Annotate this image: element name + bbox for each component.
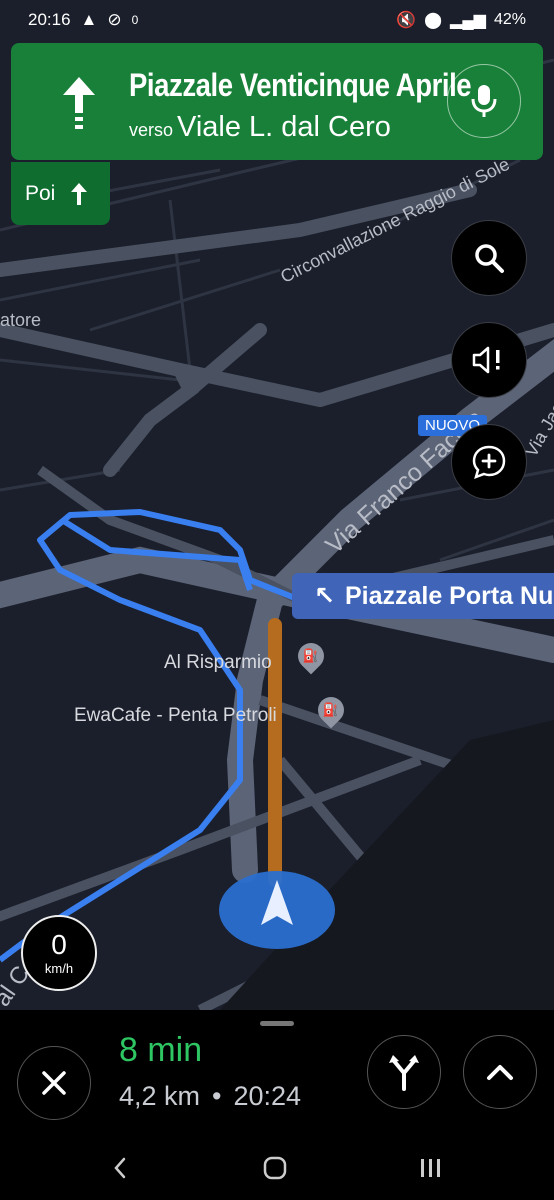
next-street-name: Piazzale Porta Nuova	[344, 581, 554, 610]
speed-unit: km/h	[44, 961, 74, 976]
back-button[interactable]	[100, 1153, 140, 1183]
fuel-pin-icon[interactable]: ⛽	[312, 691, 350, 729]
data-speed-value: 0	[131, 13, 139, 27]
data-saver-icon: ⊘	[107, 10, 122, 29]
straight-arrow-icon	[49, 73, 109, 133]
home-icon	[263, 1156, 287, 1180]
exit-navigation-button[interactable]	[17, 1046, 91, 1120]
search-button[interactable]	[451, 220, 527, 296]
system-nav-bar	[0, 1131, 554, 1200]
direction-street: Piazzale Venticinque Aprile	[129, 67, 472, 103]
direction-card[interactable]: Piazzale Venticinque Aprile verso Viale L…	[11, 43, 543, 160]
status-time: 20:16	[28, 10, 71, 29]
map-label-atore: atore	[0, 310, 42, 330]
alternate-routes-button[interactable]	[367, 1035, 441, 1109]
turn-left-arrow-icon: ↖	[314, 582, 335, 610]
close-icon	[42, 1071, 66, 1095]
fork-route-icon	[389, 1055, 419, 1091]
then-label: Poi	[25, 181, 56, 205]
back-chevron-icon	[114, 1157, 126, 1179]
trip-distance: 4,2 km	[119, 1081, 201, 1111]
voice-command-button[interactable]	[447, 64, 521, 138]
speed-value: 0	[51, 929, 67, 960]
next-street-sign: ↖ Piazzale Porta Nuova	[292, 573, 554, 619]
signal-icon: ▂▄▆	[450, 12, 486, 29]
fuel-pin-icon[interactable]: ⛽	[292, 637, 330, 675]
sound-alerts-button[interactable]	[451, 322, 527, 398]
eta-minutes: 8 min	[119, 1031, 203, 1069]
direction-toward: verso Viale L. dal Cero	[129, 111, 391, 144]
separator-dot: •	[212, 1081, 222, 1111]
toward-word: verso	[129, 120, 174, 140]
location-icon: ⬤	[424, 12, 443, 29]
poi-label-al-risparmio[interactable]: Al Risparmio	[164, 652, 272, 674]
drag-handle[interactable]	[260, 1021, 294, 1026]
toward-street: Viale L. dal Cero	[177, 111, 391, 143]
home-button[interactable]	[255, 1153, 295, 1183]
arrival-time: 20:24	[233, 1081, 302, 1111]
add-report-button[interactable]	[451, 424, 527, 500]
speaker-alert-icon	[472, 346, 500, 374]
mute-icon: 🔇	[396, 12, 417, 29]
trip-info: 4,2 km • 20:24	[119, 1081, 301, 1112]
chevron-up-icon	[487, 1065, 513, 1080]
microphone-icon	[471, 85, 497, 117]
add-report-icon	[472, 445, 506, 480]
recents-button[interactable]	[410, 1153, 450, 1183]
battery-level: 42%	[493, 11, 526, 28]
expand-sheet-button[interactable]	[463, 1035, 537, 1109]
navigation-arrow-icon: ▲	[80, 10, 98, 29]
status-bar: 20:16 ▲ ⊘ 0 🔇 ⬤ ▂▄▆ 42%	[0, 0, 554, 40]
poi-label-ewacafe[interactable]: EwaCafe - Penta Petroli	[74, 705, 277, 727]
straight-arrow-icon	[71, 182, 88, 205]
search-icon	[475, 244, 504, 273]
trip-summary-sheet[interactable]: 8 min 4,2 km • 20:24	[0, 1011, 554, 1131]
recents-icon	[421, 1159, 440, 1177]
speedometer: 0 km/h	[21, 915, 97, 991]
then-instruction[interactable]: Poi	[11, 162, 110, 225]
